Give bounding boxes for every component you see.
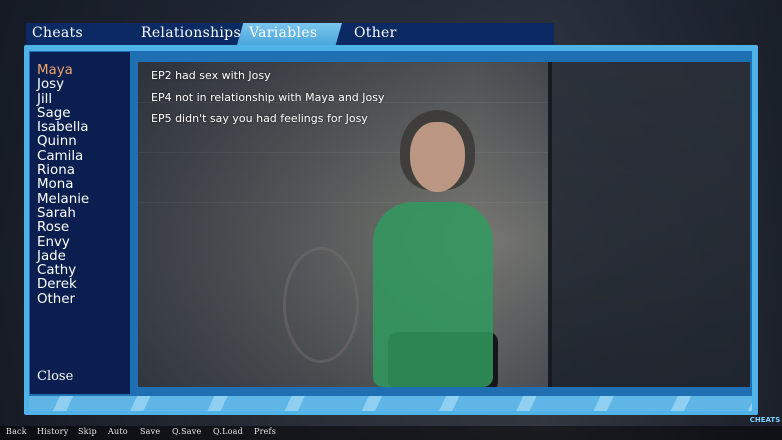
quick-menu-skip[interactable]: Skip	[78, 427, 97, 436]
character-item-josy[interactable]: Josy	[37, 77, 89, 92]
tab-variables[interactable]: Variables	[237, 23, 342, 45]
tab-cheats[interactable]: Cheats	[32, 23, 83, 45]
character-item-cathy[interactable]: Cathy	[37, 263, 89, 278]
wall-line	[138, 152, 548, 153]
quick-menu-back[interactable]: Back	[6, 427, 27, 436]
quick-menu-save[interactable]: Save	[140, 427, 160, 436]
character-item-quinn[interactable]: Quinn	[37, 135, 89, 150]
variable-list: EP2 had sex with Josy EP4 not in relatio…	[151, 65, 385, 130]
character-body	[373, 202, 493, 387]
character-item-melanie[interactable]: Melanie	[37, 192, 89, 207]
wall-line	[138, 202, 548, 203]
variable-item: EP5 didn't say you had feelings for Josy	[151, 112, 368, 125]
cheats-logo-text: CHEATS	[749, 416, 781, 424]
character-item-sage[interactable]: Sage	[37, 106, 89, 121]
quick-menu-qsave[interactable]: Q.Save	[172, 427, 201, 436]
variable-item: EP2 had sex with Josy	[151, 69, 271, 82]
quick-menu-history[interactable]: History	[37, 427, 68, 436]
character-item-riona[interactable]: Riona	[37, 163, 89, 178]
character-item-isabella[interactable]: Isabella	[37, 120, 89, 135]
character-head	[410, 122, 465, 192]
close-button[interactable]: Close	[37, 369, 73, 384]
quick-menu-auto[interactable]: Auto	[108, 427, 128, 436]
character-item-envy[interactable]: Envy	[37, 235, 89, 250]
character-item-camila[interactable]: Camila	[37, 149, 89, 164]
character-item-rose[interactable]: Rose	[37, 220, 89, 235]
character-item-mona[interactable]: Mona	[37, 178, 89, 193]
decorative-stripe-bar	[29, 396, 752, 411]
tab-relationships[interactable]: Relationships	[141, 23, 241, 45]
character-item-derek[interactable]: Derek	[37, 278, 89, 293]
character-list: Maya Josy Jill Sage Isabella Quinn Camil…	[37, 63, 89, 307]
character-item-jill[interactable]: Jill	[37, 92, 89, 107]
character-item-maya[interactable]: Maya	[37, 63, 89, 78]
cheats-logo-icon: CHEATS	[748, 415, 782, 440]
bicycle-shape	[283, 247, 359, 363]
quick-menu-qload[interactable]: Q.Load	[213, 427, 243, 436]
character-item-sarah[interactable]: Sarah	[37, 206, 89, 221]
quick-menu-prefs[interactable]: Prefs	[254, 427, 276, 436]
variable-item: EP4 not in relationship with Maya and Jo…	[151, 90, 385, 104]
character-item-jade[interactable]: Jade	[37, 249, 89, 264]
door	[548, 62, 750, 387]
character-item-other[interactable]: Other	[37, 292, 89, 307]
tab-other[interactable]: Other	[354, 23, 397, 45]
